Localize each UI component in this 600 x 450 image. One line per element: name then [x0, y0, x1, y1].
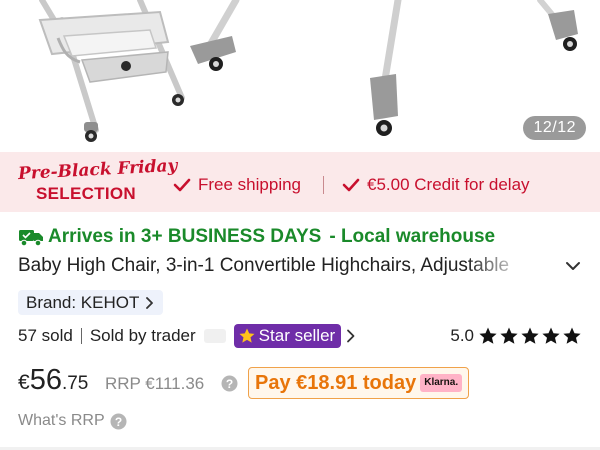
klarna-logo: Klarna.	[420, 374, 463, 392]
promo-divider	[323, 176, 324, 194]
star-icon	[479, 327, 497, 344]
svg-text:?: ?	[226, 377, 233, 391]
product-image-gallery[interactable]: 12/12	[0, 0, 600, 152]
price-currency: €	[18, 371, 30, 394]
chevron-right-icon[interactable]	[346, 329, 356, 343]
sold-by-label[interactable]: Sold by trader	[90, 326, 196, 346]
product-title-row[interactable]: Baby High Chair, 3-in-1 Convertible High…	[18, 255, 588, 281]
warehouse-label: - Local warehouse	[329, 226, 496, 247]
rrp-price: RRP €111.36	[105, 374, 205, 393]
star-icon	[563, 327, 581, 344]
chevron-down-icon[interactable]	[564, 257, 582, 275]
brand-link[interactable]: Brand: KEHOT	[18, 290, 164, 315]
whats-rrp-label: What's RRP	[18, 412, 105, 429]
star-icon	[500, 327, 518, 344]
brand-label: Brand: KEHOT	[26, 292, 140, 312]
truck-icon	[19, 230, 43, 247]
star-rating	[477, 326, 582, 346]
svg-text:?: ?	[114, 414, 121, 428]
whats-rrp-link[interactable]: What's RRP ?	[18, 410, 127, 432]
chevron-right-icon	[146, 296, 154, 309]
price-decimal: .75	[61, 373, 89, 394]
trader-logo-icon	[203, 329, 226, 343]
klarna-pay-today[interactable]: Pay €18.91 today Klarna.	[248, 367, 470, 399]
seller-row: 57 sold Sold by trader Star seller 5.0	[18, 323, 584, 349]
price-row: €56.75 RRP €111.36 ? Pay €18.91 today Kl…	[18, 362, 588, 402]
product-title: Baby High Chair, 3-in-1 Convertible High…	[18, 255, 510, 276]
pre-black-friday-badge: Pre-Black Friday SELECTION	[16, 156, 178, 206]
rating[interactable]: 5.0	[450, 323, 582, 349]
free-shipping-item: Free shipping	[172, 174, 301, 196]
promo-banner[interactable]: Pre-Black Friday SELECTION Free shipping…	[0, 152, 600, 212]
image-counter: 12/12	[523, 116, 586, 140]
delivery-info: Arrives in 3+ BUSINESS DAYS - Local ware…	[18, 224, 495, 250]
promo-badge-line1: Pre-Black Friday	[17, 155, 178, 185]
delay-credit-label: €5.00 Credit for delay	[367, 175, 530, 194]
promo-badge-line2: SELECTION	[36, 184, 136, 203]
pay-today-label: Pay €18.91 today	[255, 371, 417, 394]
sold-count: 57 sold	[18, 326, 73, 345]
info-icon[interactable]: ?	[221, 375, 238, 392]
star-icon	[521, 327, 539, 344]
price-integer: 56	[29, 364, 62, 396]
high-chair-image	[38, 0, 578, 142]
current-price: €56.75	[18, 364, 88, 397]
info-icon: ?	[110, 413, 127, 429]
delay-credit-item: €5.00 Credit for delay	[341, 174, 530, 196]
star-seller-badge[interactable]: Star seller	[233, 324, 342, 348]
free-shipping-label: Free shipping	[198, 175, 302, 194]
rating-value: 5.0	[450, 326, 474, 345]
delivery-time: Arrives in 3+ BUSINESS DAYS	[48, 226, 322, 247]
divider	[80, 328, 82, 344]
star-badge-icon	[239, 328, 255, 343]
check-icon	[173, 178, 191, 192]
star-seller-label: Star seller	[258, 326, 336, 345]
star-icon	[542, 327, 560, 344]
check-icon	[342, 178, 360, 192]
